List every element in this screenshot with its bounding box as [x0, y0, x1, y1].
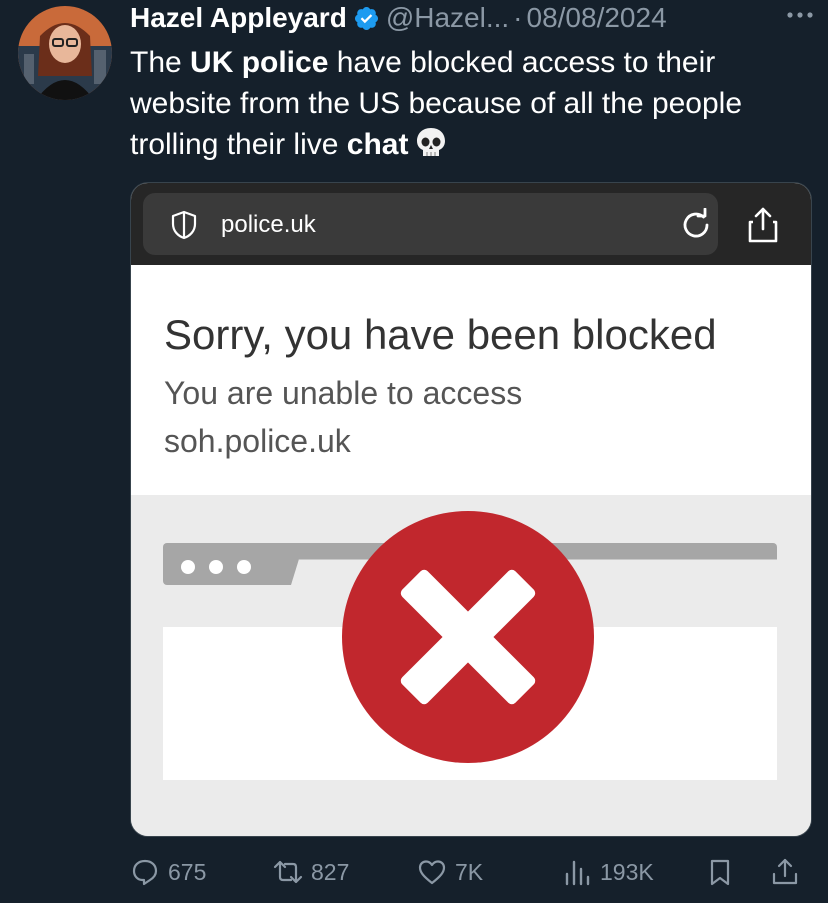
like-button[interactable]: 7K [417, 850, 483, 894]
tweet-text-bold: UK police [190, 46, 329, 79]
browser-window-with-red-x-icon [131, 495, 811, 836]
address-bar[interactable]: police.uk [143, 193, 718, 255]
url-text: police.uk [221, 211, 316, 238]
blocked-subtitle: You are unable to access soh.police.uk [164, 369, 724, 465]
header-separator: · [513, 2, 523, 33]
author-handle[interactable]: @Hazel... [386, 2, 509, 34]
share-icon [772, 858, 798, 885]
like-count: 7K [455, 858, 484, 885]
tweet-action-bar: 675 827 7K 193K [130, 850, 810, 894]
bookmark-button[interactable] [705, 850, 743, 894]
shield-icon [169, 210, 199, 240]
blocked-subtitle-line: You are unable to access [164, 375, 523, 411]
blocked-message-panel: Sorry, you have been blocked You are una… [131, 265, 811, 495]
tweet-date[interactable]: 08/08/2024 [527, 2, 667, 34]
tweet-media-image[interactable]: police.uk Sorry, you have been blocked Y… [130, 182, 812, 837]
tweet-header: Hazel Appleyard @Hazel... · 08/08/2024 [130, 0, 814, 36]
heart-icon [418, 860, 446, 885]
avatar[interactable] [18, 6, 112, 100]
reply-button[interactable]: 675 [130, 850, 206, 894]
more-options-icon[interactable] [786, 4, 814, 26]
tweet-text: The UK police have blocked access to the… [130, 42, 810, 165]
views-button[interactable]: 193K [562, 850, 654, 894]
reload-icon[interactable] [679, 207, 713, 242]
skull-emoji-icon [414, 126, 448, 160]
author-name[interactable]: Hazel Appleyard [130, 2, 347, 34]
tweet-text-part: The [130, 46, 191, 79]
repost-button[interactable]: 827 [273, 850, 349, 894]
tweet-text-bold: chat [346, 128, 409, 161]
bookmark-icon [710, 859, 730, 886]
views-bar-chart-icon [565, 860, 590, 886]
browser-toolbar: police.uk [131, 183, 811, 265]
repost-count: 827 [311, 858, 350, 885]
reply-icon [132, 859, 158, 886]
views-count: 193K [600, 858, 654, 885]
repost-icon [273, 860, 303, 884]
share-icon[interactable] [745, 205, 781, 245]
blocked-title: Sorry, you have been blocked [164, 311, 717, 358]
share-button[interactable] [770, 850, 808, 894]
reply-count: 675 [168, 858, 207, 885]
blocked-subtitle-line: soh.police.uk [164, 423, 351, 459]
verified-badge-icon[interactable] [353, 5, 380, 32]
